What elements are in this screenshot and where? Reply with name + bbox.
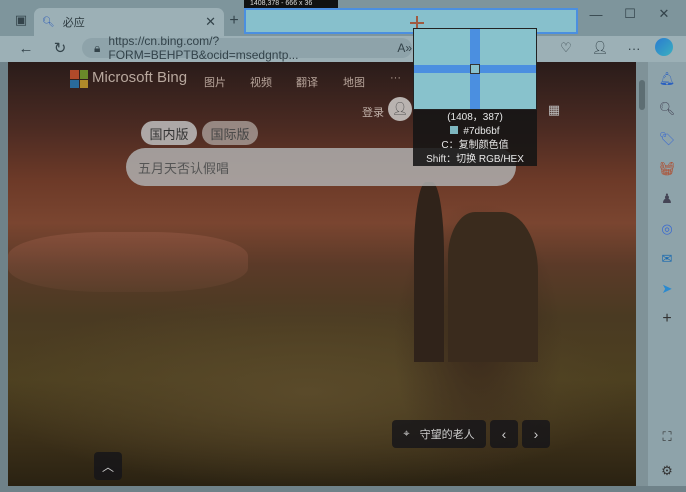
color-info-panel: (1408，387) #7db6bf C：复制颜色值 Shift：切换 RGB/… (413, 110, 537, 166)
color-hex: #7db6bf (463, 126, 500, 137)
games-icon[interactable]: ♟ (656, 188, 678, 210)
tag-icon[interactable]: 🏷︎ (656, 128, 678, 150)
rock-pinnacle (414, 182, 444, 362)
send-icon[interactable]: ➤ (656, 278, 678, 300)
tab-bing[interactable]: 🔍︎ 必应 ✕ (34, 8, 224, 36)
profile-icon[interactable]: 👤︎ (590, 38, 610, 58)
more-icon[interactable]: ··· (624, 38, 644, 58)
screenshot-icon[interactable]: ⛶ (656, 426, 678, 448)
maximize-button[interactable]: ☐ (620, 6, 640, 22)
region-china[interactable]: 国内版 (141, 121, 197, 145)
address-bar[interactable]: 🔒︎ https://cn.bing.com/?FORM=BEHPTB&ocid… (82, 34, 412, 62)
back-button[interactable]: ← (16, 38, 36, 58)
nav-translate[interactable]: 翻译 (296, 74, 318, 90)
edge-sidebar: 🔔︎ 🔍︎ 🏷︎ 🧺︎ ♟ ◎ ✉ ➤ + ⛶ ⚙ (648, 62, 686, 486)
outlook-icon[interactable]: ✉ (656, 248, 678, 270)
bing-homepage: Microsoft Bing 图片 视频 翻译 地图 ··· 登录 👤︎ ▦ 国… (8, 62, 636, 486)
search-placeholder: 五月天否认假唱 (138, 160, 230, 176)
new-tab-button[interactable]: + (226, 12, 242, 30)
color-value-row: #7db6bf (413, 125, 537, 139)
bell-icon[interactable]: 🔔︎ (656, 68, 678, 90)
read-aloud-icon[interactable]: A» (397, 41, 412, 55)
color-swatch (450, 126, 459, 134)
close-window-button[interactable]: ✕ (654, 6, 674, 22)
brand-name: Microsoft Bing (92, 69, 188, 86)
cursor-coordinates: (1408，387) (447, 112, 503, 123)
search-icon: 🔍︎ (42, 16, 55, 28)
location-pin-icon: ⌖ (403, 427, 410, 440)
url-text: https://cn.bing.com/?FORM=BEHPTB&ocid=ms… (108, 34, 299, 62)
region-international[interactable]: 国际版 (202, 121, 258, 145)
close-tab-icon[interactable]: ✕ (205, 14, 216, 30)
nav-videos[interactable]: 视频 (250, 74, 272, 90)
scroll-up-button[interactable]: ︿ (94, 452, 122, 480)
scrollbar[interactable] (636, 62, 648, 486)
location-button[interactable]: ⌖ 守望的老人 (392, 420, 486, 448)
lock-icon: 🔒︎ (94, 40, 101, 55)
copy-hint: C：复制颜色值 (441, 140, 509, 151)
toggle-hint: Shift：切换 RGB/HEX (426, 154, 524, 165)
refresh-button[interactable]: ↻ (50, 38, 70, 58)
location-label: 守望的老人 (419, 429, 475, 441)
lake (8, 232, 248, 292)
health-icon[interactable]: ♡ (556, 38, 576, 58)
login-link[interactable]: 登录 (362, 104, 384, 120)
rock-formation (448, 212, 538, 362)
nav-maps[interactable]: 地图 (343, 74, 365, 90)
tab-actions-icon[interactable]: ▣ (10, 10, 32, 30)
scrollbar-thumb[interactable] (639, 80, 645, 110)
microsoft-logo (70, 70, 88, 88)
search-sidebar-icon[interactable]: 🔍︎ (656, 98, 678, 120)
qr-code-icon[interactable]: ▦ (546, 102, 562, 118)
magnifier (413, 28, 537, 110)
selection-size-label: 1408,378 - 666 x 36 (244, 0, 338, 8)
nav-images[interactable]: 图片 (204, 74, 226, 90)
shopping-icon[interactable]: 🧺︎ (656, 158, 678, 180)
previous-image-button[interactable]: ‹ (490, 420, 518, 448)
minimize-button[interactable]: — (586, 6, 606, 22)
settings-icon[interactable]: ⚙ (656, 460, 678, 482)
copilot-sidebar-icon[interactable]: ◎ (656, 218, 678, 240)
avatar[interactable]: 👤︎ (388, 97, 412, 121)
tab-title: 必应 (62, 17, 85, 29)
add-icon[interactable]: + (656, 308, 678, 330)
next-image-button[interactable]: › (522, 420, 550, 448)
copilot-icon[interactable] (655, 38, 673, 56)
nav-more[interactable]: ··· (390, 72, 401, 84)
